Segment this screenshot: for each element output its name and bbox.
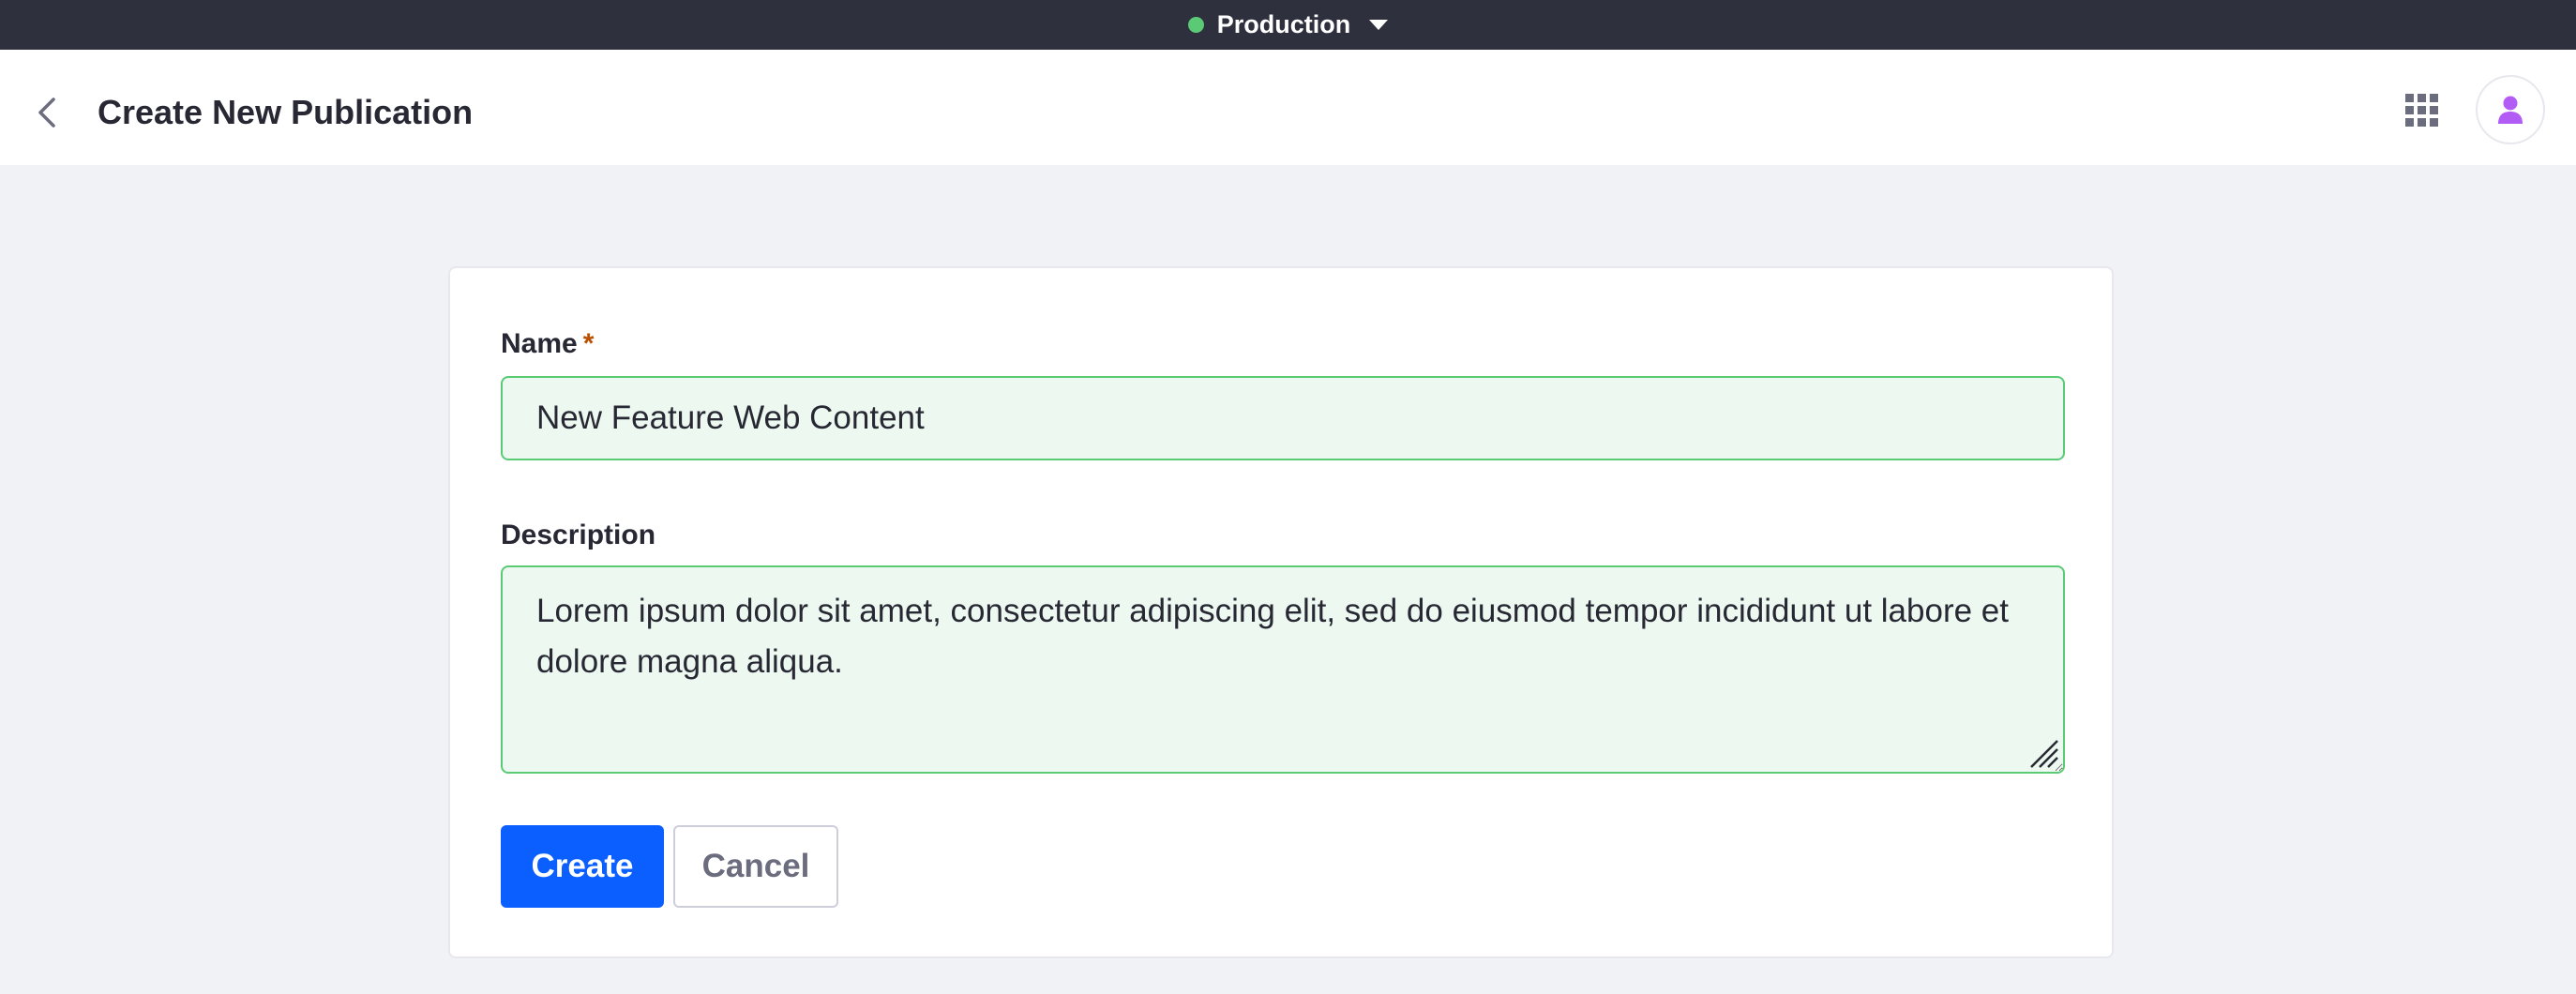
user-avatar-button[interactable] — [2476, 75, 2545, 144]
create-button[interactable]: Create — [501, 825, 664, 908]
environment-bar: Production — [0, 0, 2576, 50]
name-label-text: Name — [501, 328, 578, 359]
description-textarea[interactable]: Lorem ipsum dolor sit amet, consectetur … — [501, 565, 2065, 774]
environment-status-dot — [1187, 17, 1204, 33]
publication-form-card: Name* Description Lorem ipsum dolor sit … — [448, 266, 2114, 958]
apps-menu-button[interactable] — [2397, 85, 2446, 134]
apps-grid-icon — [2404, 93, 2438, 127]
page-header: Create New Publication — [0, 50, 2576, 165]
back-arrow-icon — [38, 98, 55, 128]
chevron-down-icon — [1369, 20, 1389, 30]
user-icon — [2498, 96, 2523, 124]
description-label: Description — [501, 520, 656, 550]
environment-switcher[interactable]: Production — [1187, 10, 1389, 39]
page-title: Create New Publication — [98, 93, 474, 131]
back-button[interactable] — [23, 87, 73, 138]
environment-label: Production — [1216, 10, 1351, 38]
cancel-button[interactable]: Cancel — [673, 825, 838, 908]
required-marker: * — [582, 328, 595, 359]
name-input[interactable] — [501, 376, 2065, 460]
name-label: Name * — [501, 328, 594, 360]
